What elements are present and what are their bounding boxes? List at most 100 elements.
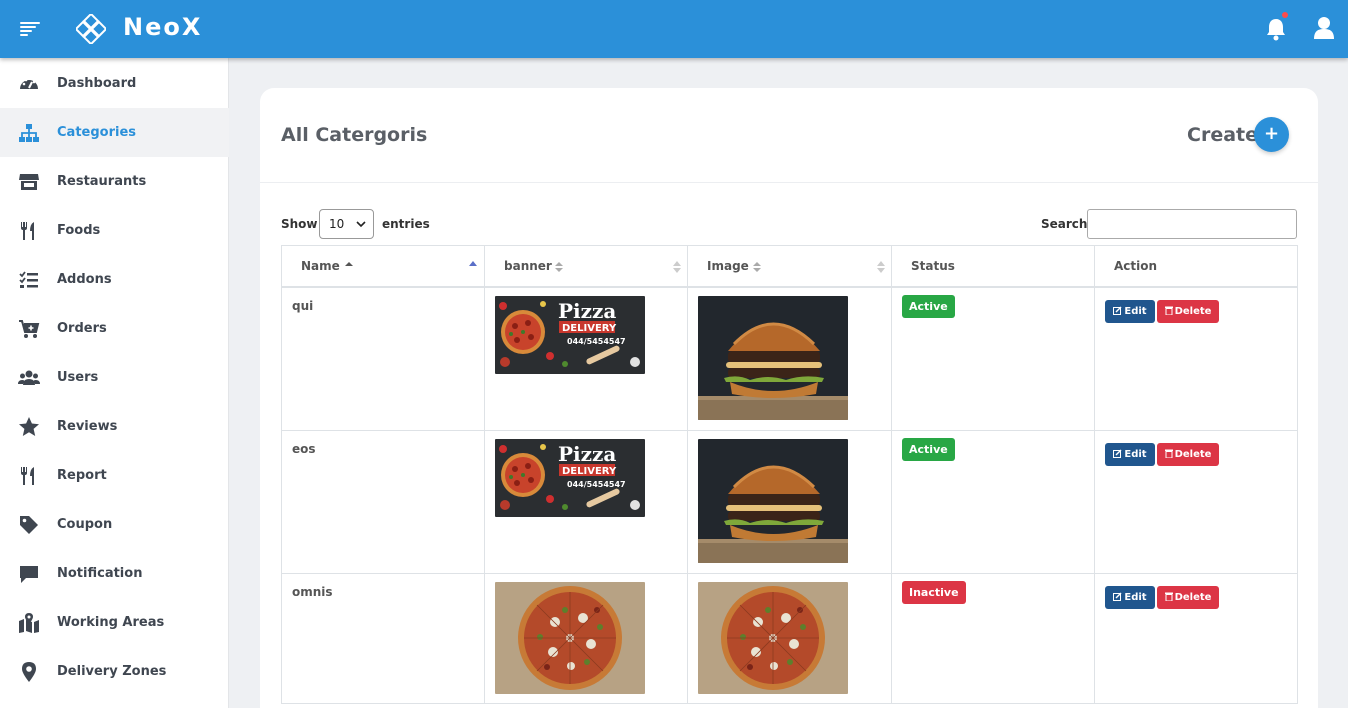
map-marker-icon <box>22 662 36 682</box>
store-icon <box>19 174 39 190</box>
edit-button[interactable]: Edit <box>1105 300 1155 323</box>
category-image <box>698 582 848 694</box>
comment-icon <box>20 566 38 583</box>
sidebar-item-restaurants[interactable]: Restaurants <box>0 157 229 206</box>
column-header-status: Status <box>892 246 1095 287</box>
star-icon <box>19 417 39 436</box>
column-header-name[interactable]: Name <box>282 246 485 287</box>
banner-cell <box>485 288 688 430</box>
sidebar-item-reviews[interactable]: Reviews <box>0 402 229 451</box>
banner-image <box>495 582 645 694</box>
image-cell <box>688 431 892 573</box>
sidebar-item-label: Coupon <box>57 517 113 532</box>
edit-button[interactable]: Edit <box>1105 586 1155 609</box>
neox-logo-icon <box>76 14 106 44</box>
sidebar-item-foods[interactable]: Foods <box>0 206 229 255</box>
search-label: Search: <box>1041 217 1093 231</box>
sidebar-item-report[interactable]: Report <box>0 451 229 500</box>
column-header-image[interactable]: Image <box>688 246 892 287</box>
sidebar-item-orders[interactable]: Orders <box>0 304 229 353</box>
gauge-icon <box>20 77 38 89</box>
trash-icon <box>1164 306 1173 315</box>
sidebar-item-delivery-zones[interactable]: Delivery Zones <box>0 647 229 696</box>
users-icon <box>18 370 40 385</box>
table-row: eos Active Edit Delete <box>281 431 1298 574</box>
utensils-icon <box>21 222 34 240</box>
sidebar-item-categories[interactable]: Categories <box>0 108 229 157</box>
category-name: eos <box>292 442 316 456</box>
entries-select-value: 10 <box>329 217 345 231</box>
sitemap-icon <box>19 124 39 142</box>
sort-indicator-icon <box>469 261 477 266</box>
category-name: qui <box>292 299 314 313</box>
sidebar-item-dashboard[interactable]: Dashboard <box>0 59 229 108</box>
tag-icon <box>20 516 38 534</box>
menu-toggle-icon[interactable] <box>20 22 40 36</box>
sidebar-item-label: Reviews <box>57 419 118 434</box>
chevron-down-icon <box>356 221 366 228</box>
notification-dot <box>1282 12 1288 18</box>
edit-button[interactable]: Edit <box>1105 443 1155 466</box>
top-navbar: NeoX <box>0 0 1348 58</box>
brand-name[interactable]: NeoX <box>123 13 202 41</box>
sort-indicator-icon <box>877 261 885 273</box>
delete-button[interactable]: Delete <box>1157 443 1219 466</box>
sidebar-item-label: Categories <box>57 125 137 140</box>
edit-icon <box>1113 449 1122 458</box>
create-category-button[interactable]: + <box>1254 117 1289 152</box>
action-cell: Edit Delete <box>1095 574 1297 703</box>
sidebar-item-addons[interactable]: Addons <box>0 255 229 304</box>
delete-button[interactable]: Delete <box>1157 300 1219 323</box>
sidebar-item-label: Dashboard <box>57 76 137 91</box>
utensils-icon <box>21 467 34 485</box>
bell-icon[interactable] <box>1265 17 1287 41</box>
sidebar-item-label: Restaurants <box>57 174 147 189</box>
sidebar-item-users[interactable]: Users <box>0 353 229 402</box>
category-name: omnis <box>292 585 333 599</box>
table-row: qui Active Edit Delete <box>281 288 1298 431</box>
search-input[interactable] <box>1087 209 1297 239</box>
entries-per-page-select[interactable]: 10 <box>319 209 374 239</box>
sidebar-item-coupon[interactable]: Coupon <box>0 500 229 549</box>
sidebar-item-label: Report <box>57 468 107 483</box>
status-badge: Active <box>902 438 955 461</box>
sidebar-item-label: Orders <box>57 321 107 336</box>
image-cell <box>688 288 892 430</box>
category-image <box>698 296 848 420</box>
sort-both-icon <box>555 262 563 272</box>
table-row: omnis Inactive Edit Delete <box>281 574 1298 704</box>
sidebar-item-label: Working Areas <box>57 615 165 630</box>
sort-indicator-icon <box>673 261 681 273</box>
edit-icon <box>1113 592 1122 601</box>
show-label: Show <box>281 217 318 231</box>
user-icon[interactable] <box>1313 16 1335 40</box>
tasks-icon <box>19 271 38 288</box>
image-cell <box>688 574 892 703</box>
sort-asc-icon <box>345 262 353 266</box>
banner-image <box>495 296 645 374</box>
table-header: Name banner Image Status Action <box>281 245 1298 288</box>
sidebar-item-label: Delivery Zones <box>57 664 167 679</box>
cart-plus-icon <box>19 320 40 338</box>
trash-icon <box>1164 592 1173 601</box>
column-header-banner[interactable]: banner <box>485 246 688 287</box>
action-cell: Edit Delete <box>1095 431 1297 573</box>
sidebar-item-label: Addons <box>57 272 112 287</box>
sidebar-item-notification[interactable]: Notification <box>0 549 229 598</box>
entries-label: entries <box>382 217 430 231</box>
trash-icon <box>1164 449 1173 458</box>
banner-image <box>495 439 645 517</box>
banner-cell <box>485 574 688 703</box>
map-marked-icon <box>19 613 39 633</box>
sidebar-item-label: Foods <box>57 223 101 238</box>
create-label: Create <box>1187 124 1258 146</box>
column-header-action: Action <box>1114 259 1158 273</box>
delete-button[interactable]: Delete <box>1157 586 1219 609</box>
sidebar: Dashboard Categories Restaurants Foods A… <box>0 58 229 708</box>
sidebar-item-label: Notification <box>57 566 143 581</box>
sort-both-icon <box>753 262 761 272</box>
sidebar-item-working-areas[interactable]: Working Areas <box>0 598 229 647</box>
banner-cell <box>485 431 688 573</box>
status-cell: Inactive <box>892 574 1095 703</box>
card-header: All Catergoris Create + <box>260 88 1318 183</box>
